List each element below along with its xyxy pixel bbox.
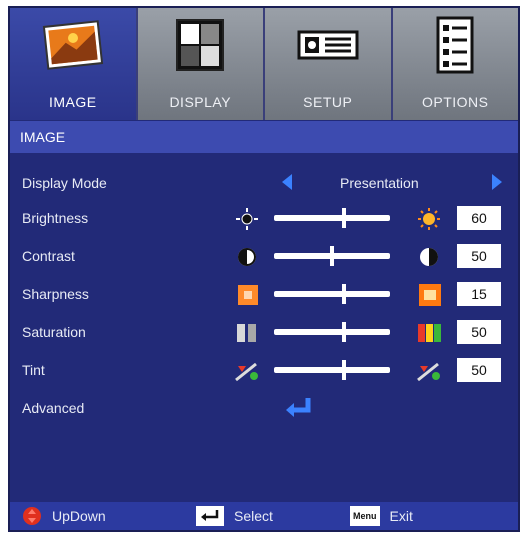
footer-exit: Menu Exit [350, 506, 413, 526]
contrast-slider[interactable] [274, 246, 390, 266]
saturation-slider[interactable] [274, 322, 390, 342]
display-mode-row[interactable]: Display Mode Presentation [10, 171, 518, 199]
tint-green-icon [417, 362, 440, 382]
sharpness-label: Sharpness [22, 286, 89, 302]
display-mode-value: Presentation [340, 175, 419, 191]
tab-bar: IMAGE DISPLAY SETUP OPTIONS [10, 8, 518, 120]
menu-key-icon: Menu [350, 506, 380, 526]
footer-updown: UpDown [22, 506, 106, 526]
footer-updown-label: UpDown [52, 508, 106, 524]
section-title: IMAGE [10, 121, 518, 153]
tint-label: Tint [22, 362, 45, 378]
contrast-label: Contrast [22, 248, 75, 264]
sharpness-value: 15 [457, 282, 501, 306]
tab-options-label: OPTIONS [421, 94, 489, 110]
advanced-label: Advanced [22, 400, 85, 416]
tab-setup[interactable]: SETUP [265, 8, 393, 120]
options-icon [436, 16, 474, 74]
slider-thumb[interactable] [341, 208, 346, 228]
contrast-dark-icon [238, 248, 256, 266]
sun-large-icon [418, 208, 440, 230]
tab-display-label: DISPLAY [169, 94, 232, 110]
updown-icon [23, 507, 41, 525]
brightness-label: Brightness [22, 210, 89, 226]
display-icon [176, 19, 225, 71]
arrow-left-icon[interactable] [282, 174, 292, 190]
contrast-light-icon [420, 248, 438, 266]
tab-options[interactable]: OPTIONS [392, 8, 518, 120]
tint-value: 50 [457, 358, 501, 382]
sharpness-slider[interactable] [274, 284, 390, 304]
sharpness-row[interactable]: Sharpness 15 [10, 282, 518, 310]
footer-bar: UpDown Select Menu Exit [10, 502, 518, 530]
osd-menu: IMAGE DISPLAY SETUP OPTIONS IMAGE Displa… [8, 6, 520, 532]
saturation-value: 50 [457, 320, 501, 344]
tab-image[interactable]: IMAGE [10, 8, 138, 120]
setup-icon [297, 30, 359, 60]
saturation-label: Saturation [22, 324, 86, 340]
image-icon [42, 20, 103, 70]
saturation-row[interactable]: Saturation 50 [10, 320, 518, 348]
footer-select-label: Select [234, 508, 273, 524]
contrast-row[interactable]: Contrast 50 [10, 244, 518, 272]
enter-key-icon [196, 506, 224, 526]
footer-exit-label: Exit [389, 508, 413, 524]
tint-row[interactable]: Tint 50 [10, 358, 518, 386]
sun-small-icon [236, 208, 258, 230]
saturation-gray-icon [237, 324, 256, 342]
brightness-slider[interactable] [274, 208, 390, 228]
brightness-value: 60 [457, 206, 501, 230]
contrast-value: 50 [457, 244, 501, 268]
enter-icon[interactable] [284, 396, 314, 420]
tint-slider[interactable] [274, 360, 390, 380]
tint-red-icon [235, 362, 258, 382]
tab-image-label: IMAGE [48, 94, 97, 110]
tab-display[interactable]: DISPLAY [137, 8, 265, 120]
slider-thumb[interactable] [341, 322, 346, 342]
brightness-row[interactable]: Brightness 60 [10, 206, 518, 234]
arrow-right-icon[interactable] [492, 174, 502, 190]
slider-thumb[interactable] [341, 360, 346, 380]
footer-select: Select [196, 506, 273, 526]
slider-thumb[interactable] [341, 284, 346, 304]
sharpness-high-icon [419, 284, 441, 306]
advanced-row[interactable]: Advanced [10, 396, 518, 424]
tab-setup-label: SETUP [303, 94, 353, 110]
saturation-color-icon [418, 324, 441, 342]
slider-thumb[interactable] [330, 246, 334, 266]
sharpness-low-icon [238, 285, 258, 305]
display-mode-label: Display Mode [22, 175, 107, 191]
